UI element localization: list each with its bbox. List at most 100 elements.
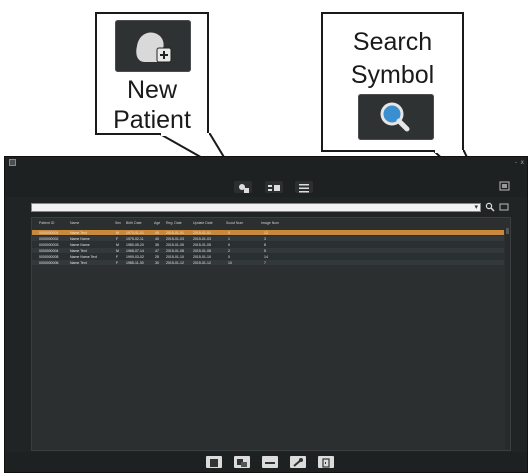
cell-image-num: 3 [264,236,266,241]
cell-update-date: 2015-01-01 [193,230,211,235]
col-name[interactable]: Name [70,221,79,225]
col-scout-num[interactable]: Scout Num [226,221,243,225]
close-window-button[interactable]: x [520,159,524,166]
col-birth-date[interactable]: Birth Date [126,221,142,225]
table-scrollbar[interactable] [505,228,510,450]
search-symbol-line1: Search [352,28,433,56]
col-sex[interactable]: Sex [115,221,121,225]
cell-update-date: 2015-01-10 [193,254,211,259]
table-row[interactable]: 0000000002 Name Name F 1975-02-11 40 201… [32,236,504,241]
cell-birth-date: 1970-01-01 [126,230,144,235]
minimize-button[interactable]: - [515,159,517,166]
cell-age: 25 [155,254,159,259]
acquire-icon [265,462,275,464]
new-patient-line1: New [126,76,177,104]
top-toolbar: - x [5,157,527,197]
cell-reg-date: 2015-01-01 [166,230,184,235]
tools-button[interactable] [290,456,306,468]
cell-patient-id: 0000000006 [39,260,59,265]
cell-patient-id: 0000000003 [39,242,59,247]
patient-table: Patient ID Name Sex Birth Date Age Reg. … [31,217,511,451]
table-row[interactable]: 0000000001 Name Text M 1970-01-01 45 201… [32,230,504,235]
search-options-icon[interactable] [499,203,509,211]
cell-patient-id: 0000000004 [39,248,59,253]
new-patient-icon [115,20,191,72]
cell-update-date: 2015-01-05 [193,242,211,247]
cell-scout-num: 0 [228,230,230,235]
cell-name: Name Text [70,230,87,235]
list-view-button[interactable] [295,181,313,193]
cell-scout-num: 2 [228,248,230,253]
cell-birth-date: 1980-05-20 [126,242,144,247]
cell-sex: F [116,254,119,259]
new-patient-button[interactable] [234,181,252,193]
new-patient-line2: Patient [113,106,191,134]
cell-image-num: 14 [264,254,268,259]
search-button[interactable] [485,202,495,212]
new-patient-callout: New Patient [95,12,209,135]
bottom-toolbar [5,452,527,472]
search-symbol-line2: Symbol [350,61,435,89]
cell-reg-date: 2015-01-03 [166,236,184,241]
new-patient-icon [239,184,249,193]
exit-door-icon [322,458,330,468]
cell-birth-date: 1985-11-30 [126,260,144,265]
col-patient-id[interactable]: Patient ID [39,221,54,225]
col-age[interactable]: Age [154,221,160,225]
cell-update-date: 2015-01-12 [193,260,211,265]
cell-scout-num: 10 [228,260,232,265]
cell-age: 35 [155,242,159,247]
cell-reg-date: 2015-01-08 [166,248,184,253]
table-header: Patient ID Name Sex Birth Date Age Reg. … [32,218,510,228]
app-logo-icon [9,159,16,166]
table-row[interactable]: 0000000005 Name Name Text F 1990-03-02 2… [32,254,504,259]
cell-name: Name Text [70,260,87,265]
report-button[interactable] [206,456,222,468]
cell-image-num: 7 [264,260,266,265]
table-row[interactable]: 0000000004 Name Text M 1968-07-14 47 201… [32,248,504,253]
cell-image-num: 8 [264,242,266,247]
cell-birth-date: 1990-03-02 [126,254,144,259]
col-image-num[interactable]: Image Num [261,221,279,225]
col-update-date[interactable]: Update Date [193,221,213,225]
cell-patient-id: 0000000005 [39,254,59,259]
app-window: - x ▾ Patient ID Name Sex Birth Date Age… [4,156,528,473]
cell-update-date: 2015-01-08 [193,248,211,253]
images-icon [237,459,247,467]
cell-scout-num: 0 [228,254,230,259]
cell-sex: M [116,242,119,247]
cell-image-num: 5 [264,248,266,253]
scrollbar-thumb[interactable] [506,228,509,234]
table-row[interactable]: 0000000003 Name Name M 1980-05-20 35 201… [32,242,504,247]
magnifier-icon [358,94,434,140]
tools-icon [293,458,303,467]
search-input[interactable]: ▾ [31,203,481,212]
cell-age: 45 [155,230,159,235]
col-reg-date[interactable]: Reg. Date [166,221,182,225]
image-list-icon [268,185,280,191]
cell-age: 47 [155,248,159,253]
cell-sex: F [116,260,119,265]
cell-name: Name Name Text [70,254,97,259]
table-row[interactable]: 0000000006 Name Text F 1985-11-30 30 201… [32,260,504,265]
cell-reg-date: 2015-01-10 [166,254,184,259]
images-button[interactable] [234,456,250,468]
exit-icon[interactable] [497,181,513,193]
acquire-button[interactable] [262,456,278,468]
cell-age: 30 [155,260,159,265]
list-icon [299,184,309,193]
cell-name: Name Name [70,242,90,247]
cell-reg-date: 2015-01-12 [166,260,184,265]
image-list-button[interactable] [265,181,283,193]
cell-birth-date: 1968-07-14 [126,248,144,253]
cell-age: 40 [155,236,159,241]
search-dropdown-arrow[interactable]: ▾ [474,203,478,211]
cell-scout-num: 1 [228,236,230,241]
cell-sex: F [116,236,119,241]
exit-door-button[interactable] [318,456,334,468]
cell-sex: M [116,248,119,253]
cell-update-date: 2015-01-03 [193,236,211,241]
cell-scout-num: 0 [228,242,230,247]
cell-image-num: 12 [264,230,268,235]
report-icon [210,459,218,467]
